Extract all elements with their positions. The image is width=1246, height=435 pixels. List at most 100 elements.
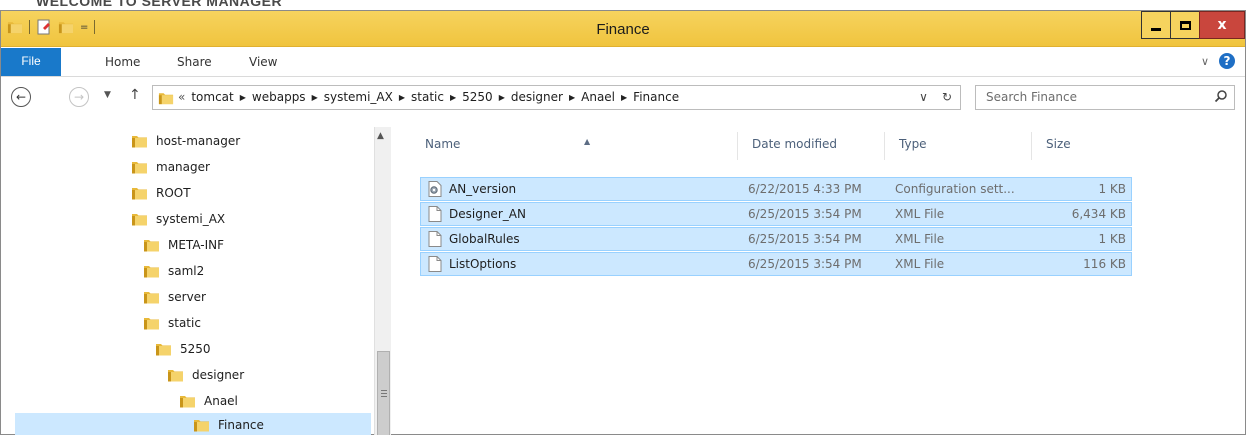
file-name: Designer_AN <box>449 207 526 221</box>
column-header-date-modified[interactable]: Date modified <box>738 132 885 160</box>
tree-item-label: manager <box>156 160 210 174</box>
tree-item-server[interactable]: server <box>143 285 206 309</box>
tree-item-label: server <box>168 290 206 304</box>
tree-item-meta-inf[interactable]: META-INF <box>143 233 224 257</box>
folder-icon <box>131 133 148 149</box>
folder-icon <box>143 237 160 253</box>
breadcrumb-webapps[interactable]: webapps <box>252 90 306 104</box>
maximize-icon <box>1179 20 1191 30</box>
tree-item-root[interactable]: ROOT <box>131 181 191 205</box>
address-bar-controls: ∨ ↻ <box>919 90 952 104</box>
tree-item-5250[interactable]: 5250 <box>155 337 211 361</box>
breadcrumb-arrow-icon[interactable]: ▶ <box>240 93 246 102</box>
scrollbar-grip-icon <box>381 390 387 397</box>
breadcrumb-arrow-icon[interactable]: ▶ <box>499 93 505 102</box>
column-header-size[interactable]: Size <box>1032 132 1132 160</box>
config-file-icon <box>428 181 442 197</box>
breadcrumb-finance[interactable]: Finance <box>633 90 679 104</box>
file-date: 6/25/2015 3:54 PM <box>748 257 862 271</box>
file-type: XML File <box>895 257 945 271</box>
tab-view[interactable]: View <box>249 55 277 69</box>
ribbon-tabs: File Home Share View ∨ ? <box>1 48 1245 77</box>
forward-button[interactable]: → <box>69 87 89 107</box>
tree-item-systemi-ax[interactable]: systemi_AX <box>131 207 225 231</box>
file-row-listoptions[interactable]: ListOptions 6/25/2015 3:54 PM XML File 1… <box>420 252 1132 276</box>
breadcrumb-overflow[interactable]: « <box>178 90 185 104</box>
tree-item-label: META-INF <box>168 238 225 252</box>
tree-item-anael[interactable]: Anael <box>179 389 238 413</box>
folder-icon <box>143 263 160 279</box>
refresh-icon[interactable]: ↻ <box>942 90 952 104</box>
tree-item-label: Finance <box>218 418 264 432</box>
file-row-designer-an[interactable]: Designer_AN 6/25/2015 3:54 PM XML File 6… <box>420 202 1132 226</box>
file-size: 1 KB <box>1098 232 1126 246</box>
breadcrumb-arrow-icon[interactable]: ▶ <box>621 93 627 102</box>
address-bar[interactable]: « tomcat ▶ webapps ▶ systemi_AX ▶ static… <box>152 85 961 110</box>
breadcrumb-arrow-icon[interactable]: ▶ <box>569 93 575 102</box>
tree-item-manager[interactable]: manager <box>131 155 210 179</box>
file-date: 6/25/2015 3:54 PM <box>748 207 862 221</box>
file-size: 6,434 KB <box>1071 207 1126 221</box>
recent-locations-dropdown[interactable]: ▼ <box>104 90 111 100</box>
tab-home[interactable]: Home <box>105 55 140 69</box>
folder-icon <box>143 289 160 305</box>
file-name: AN_version <box>449 182 517 196</box>
scroll-up-arrow-icon[interactable]: ▲ <box>377 131 384 141</box>
breadcrumb-systemi-ax[interactable]: systemi_AX <box>324 90 393 104</box>
search-icon[interactable] <box>1214 89 1228 103</box>
search-input[interactable]: Search Finance <box>975 85 1235 110</box>
breadcrumb-arrow-icon[interactable]: ▶ <box>312 93 318 102</box>
column-header-name[interactable]: Name ▲ <box>411 132 738 160</box>
close-icon: x <box>1217 17 1227 33</box>
breadcrumb-5250[interactable]: 5250 <box>462 90 493 104</box>
navigation-pane: host-manager manager ROOT systemi_AX MET… <box>1 127 373 435</box>
explorer-window: = Finance x File Home Share View ∨ ? ← →… <box>0 10 1246 435</box>
minimize-icon <box>1151 27 1161 31</box>
scrollbar-thumb[interactable] <box>377 351 390 435</box>
folder-icon <box>131 185 148 201</box>
folder-icon <box>167 367 184 383</box>
file-type: XML File <box>895 207 945 221</box>
minimize-button[interactable] <box>1141 11 1171 39</box>
tree-item-label: systemi_AX <box>156 212 226 226</box>
column-header-type[interactable]: Type <box>885 132 1032 160</box>
file-name: ListOptions <box>449 257 517 271</box>
address-dropdown-chevron-icon[interactable]: ∨ <box>919 90 928 104</box>
file-size: 116 KB <box>1083 257 1126 271</box>
tree-item-designer[interactable]: designer <box>167 363 244 387</box>
breadcrumb-tomcat[interactable]: tomcat <box>191 90 233 104</box>
tree-item-finance[interactable]: Finance <box>15 413 371 435</box>
tree-item-saml2[interactable]: saml2 <box>143 259 204 283</box>
maximize-button[interactable] <box>1170 11 1200 39</box>
close-button[interactable]: x <box>1199 11 1245 39</box>
tab-share[interactable]: Share <box>177 55 212 69</box>
window-title: Finance <box>596 21 650 38</box>
xml-file-icon <box>428 256 442 272</box>
folder-icon <box>193 417 210 433</box>
title-bar[interactable]: = Finance x <box>1 11 1245 47</box>
tree-item-host-manager[interactable]: host-manager <box>131 129 240 153</box>
breadcrumb-arrow-icon[interactable]: ▶ <box>450 93 456 102</box>
back-button[interactable]: ← <box>11 87 31 107</box>
file-row-an-version[interactable]: AN_version 6/22/2015 4:33 PM Configurati… <box>420 177 1132 201</box>
navigation-pane-scrollbar[interactable]: ▲ <box>374 127 391 435</box>
folder-icon <box>158 90 174 106</box>
expand-ribbon-chevron-icon[interactable]: ∨ <box>1201 55 1209 68</box>
folder-icon <box>155 341 172 357</box>
breadcrumb-anael[interactable]: Anael <box>581 90 615 104</box>
ribbon-right-controls: ∨ ? <box>1201 53 1235 69</box>
breadcrumb-designer[interactable]: designer <box>511 90 563 104</box>
column-header-label: Name <box>425 137 461 151</box>
tree-item-static[interactable]: static <box>143 311 201 335</box>
tab-file[interactable]: File <box>1 48 61 76</box>
file-list: Name ▲ Date modified Type Size AN_versio… <box>401 127 1246 435</box>
window-controls: x <box>1141 11 1245 39</box>
xml-file-icon <box>428 231 442 247</box>
tree-item-label: host-manager <box>156 134 241 148</box>
breadcrumb-arrow-icon[interactable]: ▶ <box>399 93 405 102</box>
up-button[interactable]: ↑ <box>129 87 141 103</box>
help-icon[interactable]: ? <box>1219 53 1235 69</box>
breadcrumb-static[interactable]: static <box>411 90 444 104</box>
search-placeholder: Search Finance <box>986 90 1077 104</box>
file-row-globalrules[interactable]: GlobalRules 6/25/2015 3:54 PM XML File 1… <box>420 227 1132 251</box>
